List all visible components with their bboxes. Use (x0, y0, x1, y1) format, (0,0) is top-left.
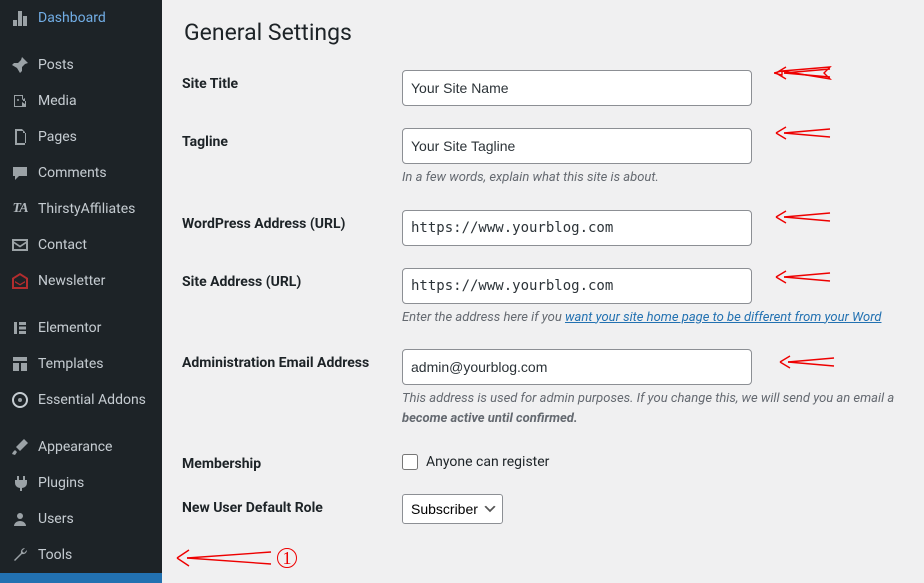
sidebar-item-label: Dashboard (38, 10, 106, 26)
label-wp-address: WordPress Address (URL) (182, 210, 402, 246)
sidebar-item-essential-addons[interactable]: Essential Addons (0, 382, 162, 418)
sidebar-item-tools[interactable]: Tools (0, 537, 162, 573)
sidebar-item-appearance[interactable]: Appearance (0, 429, 162, 465)
sidebar-item-posts[interactable]: Posts (0, 47, 162, 83)
ta-icon: TA (10, 199, 30, 219)
sidebar-item-label: Tools (38, 547, 72, 563)
sidebar-item-plugins[interactable]: Plugins (0, 465, 162, 501)
sidebar-item-newsletter[interactable]: Newsletter (0, 263, 162, 299)
envelope-open-icon (10, 271, 30, 291)
comments-icon (10, 163, 30, 183)
sidebar-separator (0, 421, 162, 426)
default-role-select[interactable]: Subscriber (402, 494, 503, 524)
tagline-help: In a few words, explain what this site i… (402, 168, 904, 188)
site-address-help-link[interactable]: want your site home page to be different… (565, 310, 882, 325)
sidebar-item-comments[interactable]: Comments (0, 155, 162, 191)
pin-icon (10, 55, 30, 75)
sidebar-item-label: Newsletter (38, 273, 105, 289)
label-admin-email: Administration Email Address (182, 349, 402, 428)
admin-sidebar: Dashboard Posts Media Pages Comments TA … (0, 0, 162, 583)
sidebar-item-contact[interactable]: Contact (0, 227, 162, 263)
sidebar-item-label: Contact (38, 237, 87, 253)
tagline-input[interactable] (402, 128, 752, 164)
wrench-icon (10, 545, 30, 565)
membership-checkbox[interactable] (402, 454, 418, 470)
user-icon (10, 509, 30, 529)
page-title: General Settings (184, 10, 904, 50)
sidebar-item-label: Posts (38, 57, 74, 73)
label-default-role: New User Default Role (182, 494, 402, 524)
sidebar-item-settings[interactable]: Settings (0, 573, 162, 583)
sidebar-item-label: Plugins (38, 475, 84, 491)
general-settings-form: Site Title Tagline In a few words, expla… (182, 70, 904, 524)
ea-icon (10, 390, 30, 410)
media-icon (10, 91, 30, 111)
sidebar-item-label: Media (38, 93, 77, 109)
label-site-title: Site Title (182, 70, 402, 106)
wp-address-input[interactable] (402, 210, 752, 246)
sidebar-separator (0, 302, 162, 307)
label-membership: Membership (182, 450, 402, 472)
membership-option-text: Anyone can register (426, 454, 549, 470)
sidebar-item-templates[interactable]: Templates (0, 346, 162, 382)
admin-email-help: This address is used for admin purposes.… (402, 389, 904, 428)
elementor-icon (10, 318, 30, 338)
sidebar-item-label: ThirstyAffiliates (38, 201, 135, 217)
brush-icon (10, 437, 30, 457)
sidebar-item-users[interactable]: Users (0, 501, 162, 537)
site-address-input[interactable] (402, 268, 752, 304)
sidebar-item-dashboard[interactable]: Dashboard (0, 0, 162, 36)
site-title-input[interactable] (402, 70, 752, 106)
sidebar-item-label: Comments (38, 165, 107, 181)
page-icon (10, 127, 30, 147)
membership-option[interactable]: Anyone can register (402, 450, 904, 470)
envelope-icon (10, 235, 30, 255)
site-address-help: Enter the address here if you want your … (402, 308, 904, 328)
sidebar-item-media[interactable]: Media (0, 83, 162, 119)
main-content: General Settings Site Title Tagline In a… (162, 0, 924, 583)
annotation-number: 1 (277, 548, 297, 569)
annotation-arrow-icon (175, 547, 275, 569)
sidebar-item-label: Essential Addons (38, 392, 146, 408)
sidebar-item-thirstyaffiliates[interactable]: TA ThirstyAffiliates (0, 191, 162, 227)
sidebar-item-label: Users (38, 511, 74, 527)
sidebar-separator (0, 39, 162, 44)
sidebar-item-label: Appearance (38, 439, 112, 455)
sidebar-item-elementor[interactable]: Elementor (0, 310, 162, 346)
plug-icon (10, 473, 30, 493)
label-tagline: Tagline (182, 128, 402, 188)
sidebar-item-label: Elementor (38, 320, 101, 336)
admin-email-input[interactable] (402, 349, 752, 385)
templates-icon (10, 354, 30, 374)
dashboard-icon (10, 8, 30, 28)
sidebar-item-label: Templates (38, 356, 104, 372)
sidebar-item-label: Pages (38, 129, 77, 145)
sidebar-item-pages[interactable]: Pages (0, 119, 162, 155)
label-site-address: Site Address (URL) (182, 268, 402, 328)
